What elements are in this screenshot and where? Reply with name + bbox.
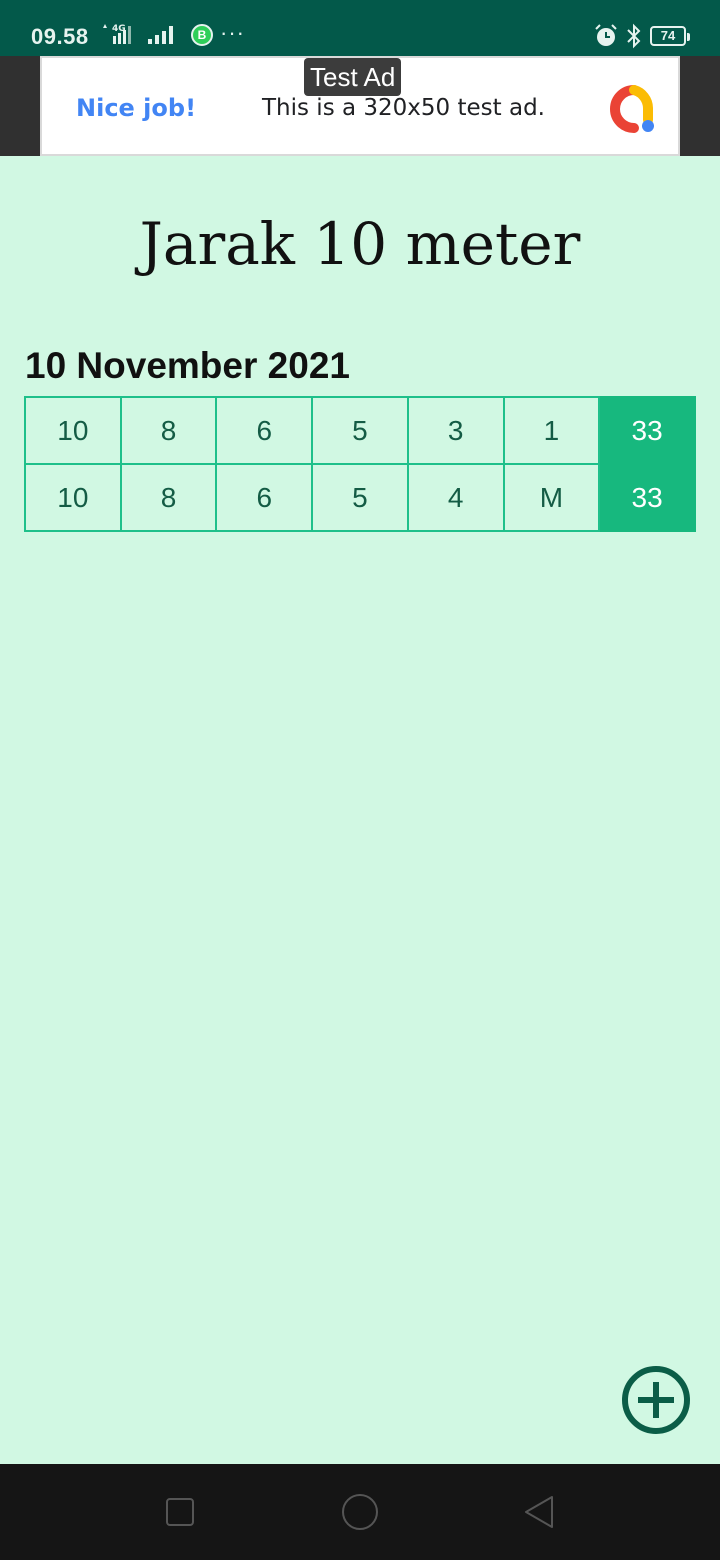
alarm-icon bbox=[595, 24, 617, 46]
score-cell: 5 bbox=[311, 396, 409, 465]
score-cell: 3 bbox=[406, 396, 505, 465]
table-row[interactable]: 10 8 6 5 3 1 33 bbox=[24, 396, 696, 465]
status-bar: 09.58 4G B ··· 74 bbox=[0, 0, 720, 56]
ad-headline: Nice job! bbox=[76, 94, 197, 122]
back-icon[interactable] bbox=[522, 1494, 556, 1530]
bluetooth-icon bbox=[627, 23, 641, 49]
score-cell: 8 bbox=[119, 396, 218, 465]
recents-icon[interactable] bbox=[166, 1498, 194, 1526]
status-time: 09.58 bbox=[31, 24, 89, 49]
navigation-bar bbox=[0, 1464, 720, 1560]
total-cell: 33 bbox=[598, 396, 696, 465]
ad-text: This is a 320x50 test ad. bbox=[262, 95, 545, 121]
score-cell: M bbox=[502, 463, 601, 532]
battery-icon: 74 bbox=[650, 26, 690, 46]
score-table: 10 8 6 5 3 1 33 10 8 6 5 4 M 33 bbox=[24, 396, 696, 532]
page-title: Jarak 10 meter bbox=[139, 210, 581, 278]
more-notifications-icon: ··· bbox=[220, 20, 245, 45]
score-cell: 6 bbox=[215, 396, 314, 465]
total-cell: 33 bbox=[598, 463, 696, 532]
score-cell: 6 bbox=[215, 463, 314, 532]
home-icon[interactable] bbox=[342, 1494, 378, 1530]
score-cell: 1 bbox=[502, 396, 601, 465]
adchoices-logo-icon bbox=[610, 85, 654, 133]
score-cell: 4 bbox=[406, 463, 505, 532]
test-ad-label: Test Ad bbox=[304, 58, 402, 96]
signal-icon: 4G bbox=[103, 24, 173, 44]
score-cell: 10 bbox=[24, 463, 122, 532]
score-cell: 8 bbox=[119, 463, 218, 532]
score-cell: 5 bbox=[311, 463, 409, 532]
table-row[interactable]: 10 8 6 5 4 M 33 bbox=[24, 463, 696, 532]
score-cell: 10 bbox=[24, 396, 122, 465]
session-date: 10 November 2021 bbox=[25, 345, 350, 386]
add-button[interactable] bbox=[622, 1366, 690, 1434]
whatsapp-business-icon: B bbox=[191, 24, 213, 46]
